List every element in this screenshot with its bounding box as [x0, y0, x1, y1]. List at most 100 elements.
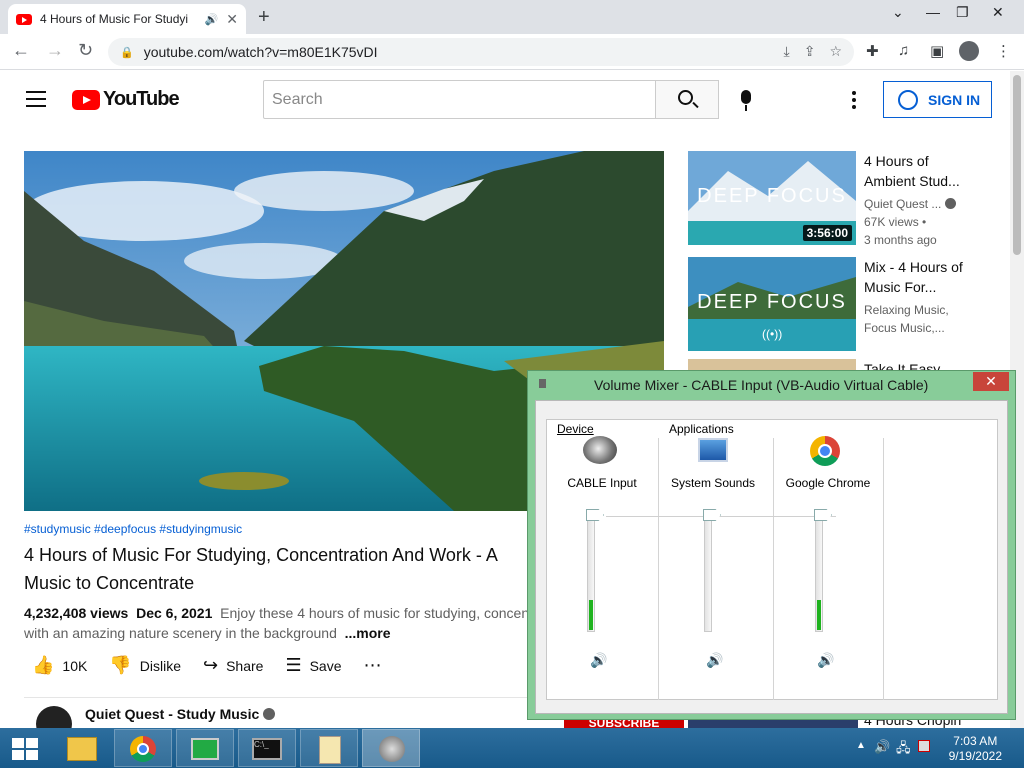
share-label: Share [226, 657, 264, 674]
account-icon [898, 89, 918, 110]
mute-speaker-icon[interactable]: 🔊 [706, 652, 723, 669]
tab-title: 4 Hours of Music For Studyi [40, 12, 189, 26]
system-sounds-icon[interactable] [698, 438, 728, 462]
youtube-header: YouTube Search SIGN IN [0, 71, 1010, 127]
mute-speaker-icon[interactable]: 🔊 [817, 652, 834, 669]
recommendation-thumbnail[interactable]: DEEP FOCUS 3:56:00 [688, 151, 856, 245]
channel-name-wrap[interactable]: Quiet Quest - Study Music [85, 706, 276, 722]
clock[interactable]: 7:03 AM 9/19/2022 [949, 734, 1002, 764]
volume-slider-track[interactable] [815, 512, 823, 632]
dislike-button[interactable]: 👎 Dislike [109, 655, 181, 676]
start-button[interactable] [12, 738, 38, 760]
recommendation-thumbnail-partial[interactable] [688, 719, 858, 728]
channel-system-sounds: System Sounds 🔊 [658, 420, 773, 701]
task-manager-icon[interactable] [176, 729, 234, 767]
search-button[interactable] [655, 80, 719, 119]
sign-in-button[interactable]: SIGN IN [883, 81, 992, 118]
bookmark-star-icon[interactable]: ☆ [829, 43, 842, 60]
hamburger-menu-icon[interactable] [26, 91, 46, 112]
volume-slider-thumb[interactable] [814, 509, 832, 521]
youtube-play-icon [72, 89, 100, 110]
volume-slider-track[interactable] [704, 512, 712, 632]
browser-tab-active[interactable]: 4 Hours of Music For Studyi 🔊 ✕ [8, 4, 246, 34]
volume-slider-thumb[interactable] [586, 509, 604, 521]
share-button[interactable]: ↪ Share [203, 655, 263, 676]
recommendation-title[interactable]: Mix - 4 Hours of Music For... [864, 257, 974, 297]
share-arrow-icon: ↪ [203, 655, 219, 675]
save-button[interactable]: ☰ Save [285, 655, 341, 676]
tab-search-chevron-icon[interactable]: ⌄ [892, 4, 904, 21]
voice-search-mic-icon[interactable] [741, 90, 751, 111]
show-hidden-icons-icon[interactable]: ▲ [856, 740, 866, 751]
browser-tab-strip: 4 Hours of Music For Studyi 🔊 ✕ + ⌄ — ❐ … [0, 0, 1024, 34]
tray-volume-icon[interactable]: 🔊 [874, 739, 890, 755]
reload-icon[interactable]: ↻ [78, 40, 93, 61]
playlist-add-icon: ☰ [285, 655, 302, 675]
volume-slider-track[interactable] [587, 512, 595, 632]
volume-mixer-taskbar-icon[interactable] [362, 729, 420, 767]
action-center-flag-icon[interactable] [918, 740, 930, 752]
lock-icon[interactable]: 🔒 [120, 46, 134, 59]
clock-date: 9/19/2022 [948, 749, 1002, 763]
mixer-client-area: Device Applications CABLE Input 🔊 System… [535, 400, 1008, 714]
settings-kebab-icon[interactable] [852, 91, 856, 112]
more-horizontal-icon: ⋯ [363, 655, 382, 675]
chrome-menu-icon[interactable]: ⋮ [996, 42, 1011, 60]
more-actions-button[interactable]: ⋯ [364, 655, 390, 676]
back-icon[interactable]: ← [12, 40, 30, 61]
url-text[interactable]: youtube.com/watch?v=m80E1K75vDI [144, 44, 378, 60]
channel-name: CABLE Input [567, 476, 637, 490]
tab-close-icon[interactable]: ✕ [226, 11, 238, 28]
chrome-icon[interactable] [810, 436, 840, 466]
minimize-icon[interactable]: — [926, 4, 940, 20]
volume-mixer-window[interactable]: Volume Mixer - CABLE Input (VB-Audio Vir… [527, 370, 1016, 720]
mute-speaker-icon[interactable]: 🔊 [590, 652, 607, 669]
video-title: 4 Hours of Music For Studying, Concentra… [24, 545, 497, 593]
like-button[interactable]: 👍 10K [32, 655, 87, 676]
verified-check-icon [263, 708, 276, 720]
window-close-icon[interactable]: ✕ [992, 4, 1004, 21]
thumbnail-text: DEEP FOCUS [697, 291, 847, 313]
install-icon[interactable]: ⤓ [784, 43, 790, 60]
speaker-icon[interactable]: 🔊 [205, 13, 219, 26]
level-meter [589, 600, 593, 630]
channel-google-chrome: Google Chrome 🔊 [773, 420, 883, 701]
thumbs-down-icon: 👎 [109, 655, 132, 675]
scrollbar-thumb[interactable] [1013, 75, 1021, 255]
show-more-link[interactable]: ...more [345, 625, 391, 641]
extensions-icon[interactable]: ✚ [866, 42, 879, 60]
recommendation-channel-wrap[interactable]: Quiet Quest ... [864, 195, 974, 213]
speaker-device-icon[interactable] [583, 436, 617, 464]
mixer-title: Volume Mixer - CABLE Input (VB-Audio Vir… [594, 377, 929, 393]
share-page-icon[interactable]: ⇪ [804, 43, 816, 60]
notepad-icon[interactable] [300, 729, 358, 767]
recommendation-title[interactable]: 4 Hours of Ambient Stud... [864, 151, 974, 191]
video-description-box[interactable]: 4,232,408 views Dec 6, 2021 Enjoy these … [24, 603, 544, 643]
recommendation-channel[interactable]: Quiet Quest ... [864, 197, 941, 211]
restore-icon[interactable]: ❐ [956, 4, 969, 21]
network-icon[interactable]: 🖧 [896, 739, 911, 761]
live-broadcast-icon: ((•)) [762, 327, 783, 341]
command-prompt-icon[interactable]: C:\_ [238, 729, 296, 767]
save-label: Save [309, 657, 342, 674]
media-controls-icon[interactable]: ♫ [898, 42, 909, 59]
chrome-taskbar-icon[interactable] [114, 729, 172, 767]
file-explorer-icon[interactable] [52, 729, 110, 767]
forward-icon[interactable]: → [46, 40, 64, 61]
system-tray: ▲ 🔊 🖧 7:03 AM 9/19/2022 [844, 728, 1024, 768]
youtube-logo[interactable]: YouTube [72, 88, 180, 111]
channel-name: System Sounds [670, 476, 756, 490]
youtube-wordmark: YouTube [103, 88, 180, 110]
profile-avatar-icon[interactable] [959, 41, 979, 61]
channel-name[interactable]: Quiet Quest - Study Music [85, 706, 259, 722]
volume-slider-thumb[interactable] [703, 509, 721, 521]
new-tab-icon[interactable]: + [258, 6, 270, 29]
search-input[interactable]: Search [263, 80, 656, 119]
video-hashtags[interactable]: #studymusic #deepfocus #studyingmusic [24, 522, 242, 536]
address-bar[interactable]: 🔒 youtube.com/watch?v=m80E1K75vDI ⤓ ⇪ ☆ [108, 38, 854, 66]
level-meter [817, 600, 821, 630]
side-panel-icon[interactable]: ▣ [930, 42, 944, 60]
youtube-favicon-icon [16, 13, 32, 25]
recommendation-thumbnail[interactable]: DEEP FOCUS ((•)) [688, 257, 856, 351]
mixer-close-button[interactable]: ✕ [973, 372, 1009, 391]
